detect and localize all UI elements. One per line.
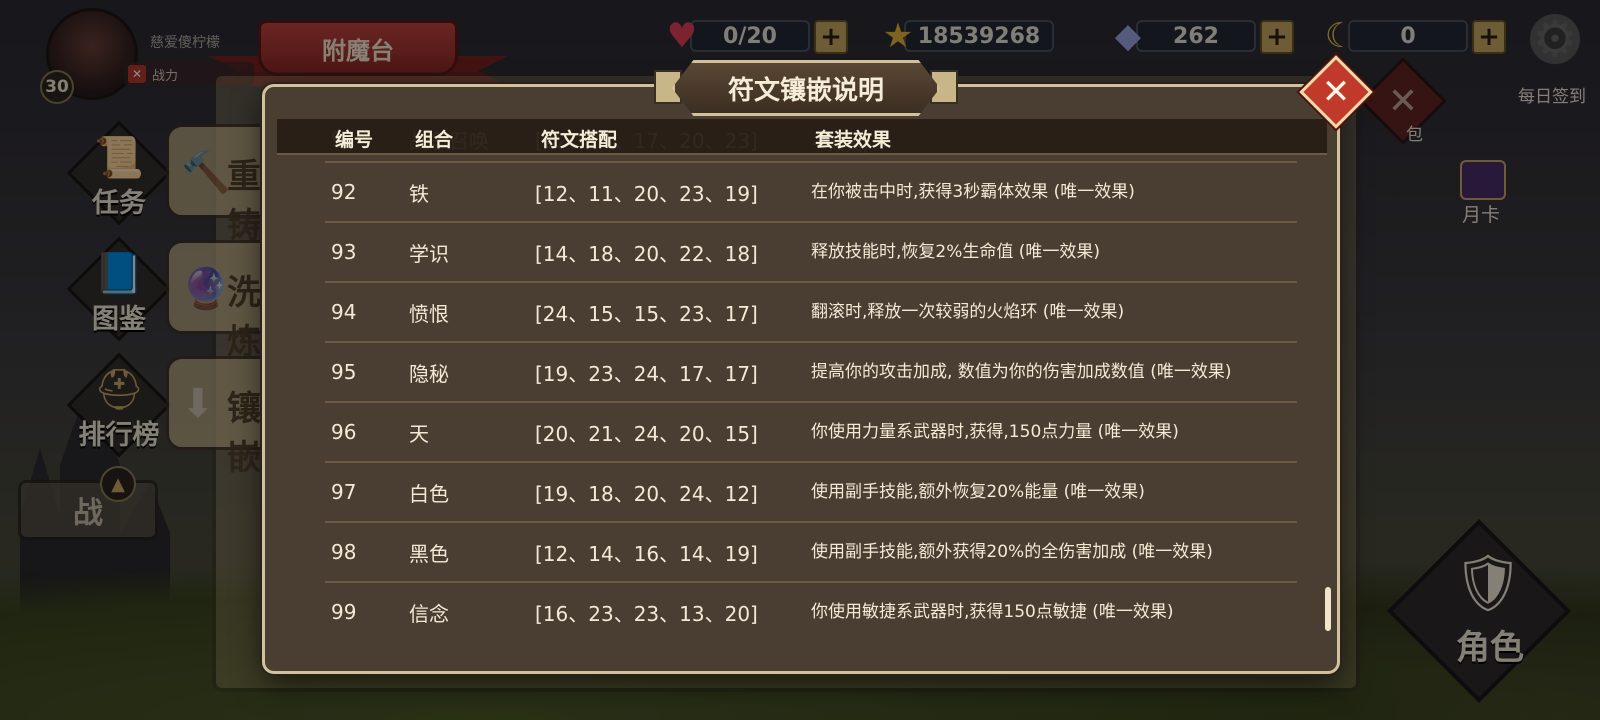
row-effect: 释放技能时,恢复2%生命值 (唯一效果) (811, 241, 1101, 262)
row-runes: [12、11、20、23、19] (535, 181, 758, 206)
row-runes: [16、23、23、13、20] (535, 601, 758, 626)
row-combo-name: 信念 (409, 601, 449, 626)
row-runes: [19、23、24、17、17] (535, 361, 758, 386)
row-combo-name: 愤恨 (409, 301, 449, 326)
row-combo-name: 铁 (409, 181, 429, 206)
row-effect: 使用副手技能,额外获得20%的全伤害加成 (唯一效果) (811, 541, 1213, 562)
row-effect: 翻滚时,释放一次较弱的火焰环 (唯一效果) (811, 301, 1125, 322)
table-row: 98 黑色 [12、14、16、14、19] 使用副手技能,额外获得20%的全伤… (325, 523, 1297, 583)
row-combo-name: 黑色 (409, 541, 449, 566)
header-effect: 套装效果 (815, 129, 892, 151)
row-number: 92 (331, 180, 357, 204)
table-row: 94 愤恨 [24、15、15、23、17] 翻滚时,释放一次较弱的火焰环 (唯… (325, 283, 1297, 343)
row-effect: 你使用敏捷系武器时,获得150点敏捷 (唯一效果) (811, 601, 1174, 622)
row-number: 99 (331, 600, 357, 624)
row-effect: 提高你的攻击加成, 数值为你的伤害加成数值 (唯一效果) (811, 361, 1232, 382)
rune-inlay-dialog: 编号 组合 符文搭配 套装效果 91 战争召唤 [22、21、17、20、23]… (262, 84, 1340, 674)
row-number: 93 (331, 240, 357, 264)
row-number: 98 (331, 540, 357, 564)
dialog-title: 符文镶嵌说明 (672, 60, 940, 116)
header-runes: 符文搭配 (541, 129, 618, 151)
table-row: 99 信念 [16、23、23、13、20] 你使用敏捷系武器时,获得150点敏… (325, 583, 1297, 643)
table-header: 编号 组合 符文搭配 套装效果 (277, 119, 1327, 155)
row-effect: 在你被击中时,获得3秒霸体效果 (唯一效果) (811, 181, 1135, 202)
row-number: 97 (331, 480, 357, 504)
row-combo-name: 天 (409, 421, 429, 446)
row-runes: [20、21、24、20、15] (535, 421, 758, 446)
table-row: 92 铁 [12、11、20、23、19] 在你被击中时,获得3秒霸体效果 (唯… (325, 163, 1297, 223)
row-effect: 你使用力量系武器时,获得,150点力量 (唯一效果) (811, 421, 1179, 442)
row-effect: 使用副手技能,额外恢复20%能量 (唯一效果) (811, 481, 1145, 502)
header-number: 编号 (335, 129, 374, 151)
row-runes: [24、15、15、23、17] (535, 301, 758, 326)
row-combo-name: 隐秘 (409, 361, 449, 386)
row-combo-name: 白色 (409, 481, 449, 506)
row-runes: [12、14、16、14、19] (535, 541, 758, 566)
table-row: 97 白色 [19、18、20、24、12] 使用副手技能,额外恢复20%能量 … (325, 463, 1297, 523)
row-runes: [14、18、20、22、18] (535, 241, 758, 266)
table-row: 96 天 [20、21、24、20、15] 你使用力量系武器时,获得,150点力… (325, 403, 1297, 463)
header-combo: 组合 (415, 129, 454, 151)
rune-set-list[interactable]: 91 战争召唤 [22、21、17、20、23] 一效果) 92 铁 [12、1… (265, 127, 1337, 671)
close-icon: ✕ (1321, 72, 1351, 112)
row-combo-name: 学识 (409, 241, 449, 266)
row-number: 94 (331, 300, 357, 324)
row-number: 95 (331, 360, 357, 384)
table-row: 95 隐秘 [19、23、24、17、17] 提高你的攻击加成, 数值为你的伤害… (325, 343, 1297, 403)
table-row: 93 学识 [14、18、20、22、18] 释放技能时,恢复2%生命值 (唯一… (325, 223, 1297, 283)
row-runes: [19、18、20、24、12] (535, 481, 758, 506)
scrollbar-thumb[interactable] (1325, 587, 1331, 631)
row-number: 96 (331, 420, 357, 444)
